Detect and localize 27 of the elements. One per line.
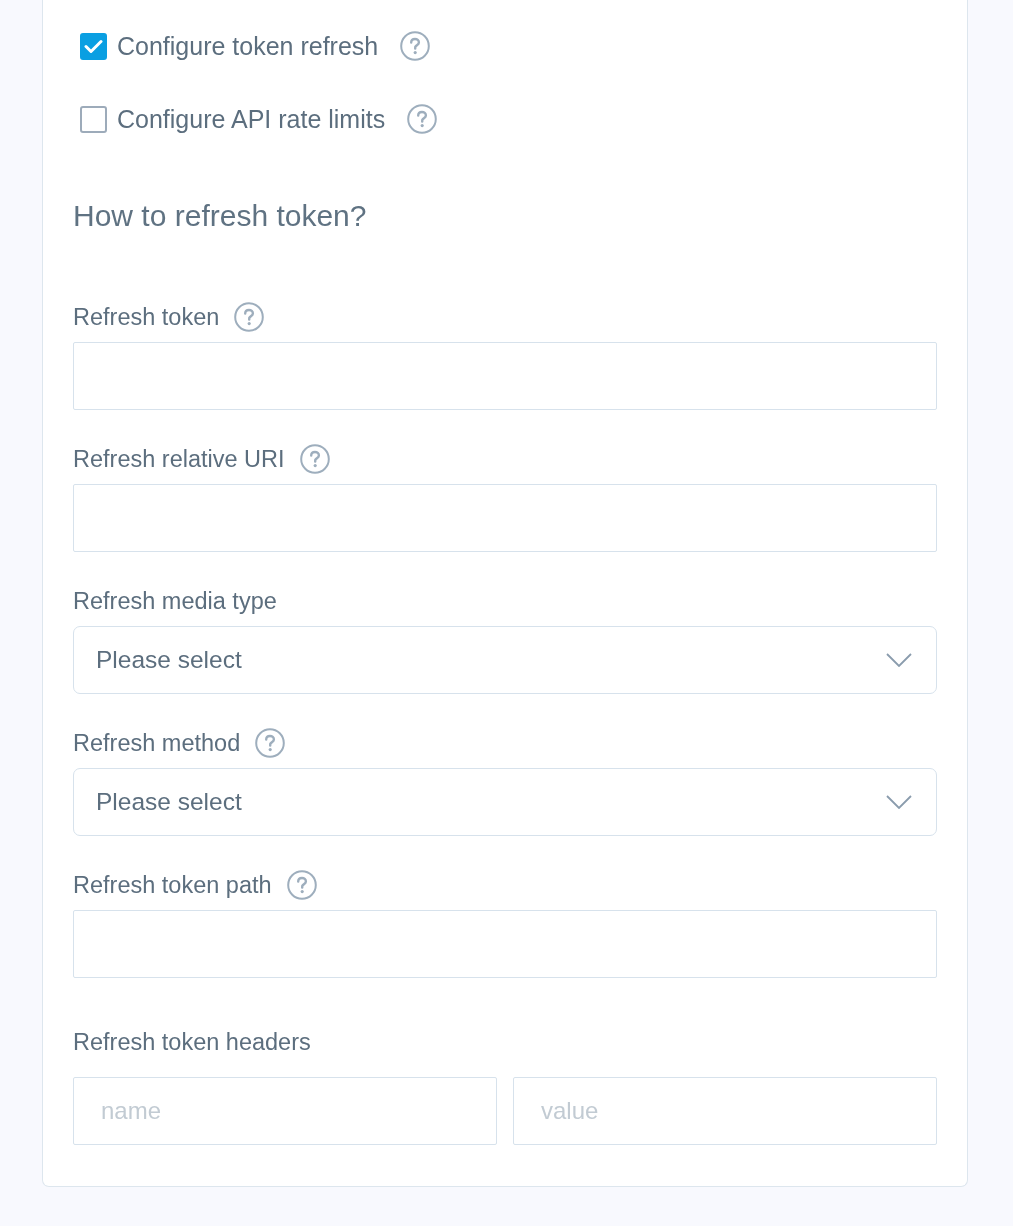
section-heading: How to refresh token? [73,198,368,234]
chevron-down-icon [886,653,912,667]
checkbox-label: Configure API rate limits [117,104,386,134]
check-icon [84,38,103,54]
input-field[interactable] [73,342,937,410]
field-label: Refresh media type [73,587,277,616]
help-icon[interactable] [234,302,265,332]
help-icon[interactable] [299,444,330,474]
checkbox[interactable] [80,32,107,60]
input-field[interactable]: value [513,1077,937,1145]
help-icon[interactable] [407,104,438,134]
field-label: Refresh token headers [73,1028,311,1057]
chevron-down-icon [886,795,912,809]
input-field[interactable] [73,484,937,552]
help-icon[interactable] [286,870,317,900]
field-label: Refresh method [73,729,241,758]
field-label: Refresh token path [73,871,272,900]
help-icon[interactable] [255,728,286,758]
checkbox[interactable] [80,105,107,133]
select-dropdown[interactable]: Please select [73,626,937,694]
checkbox-label: Configure token refresh [117,31,379,61]
help-icon[interactable] [400,31,431,61]
field-label: Refresh relative URI [73,445,285,474]
input-field[interactable] [73,910,937,978]
input-field[interactable]: name [73,1077,497,1145]
field-label: Refresh token [73,303,220,332]
select-dropdown[interactable]: Please select [73,768,937,836]
